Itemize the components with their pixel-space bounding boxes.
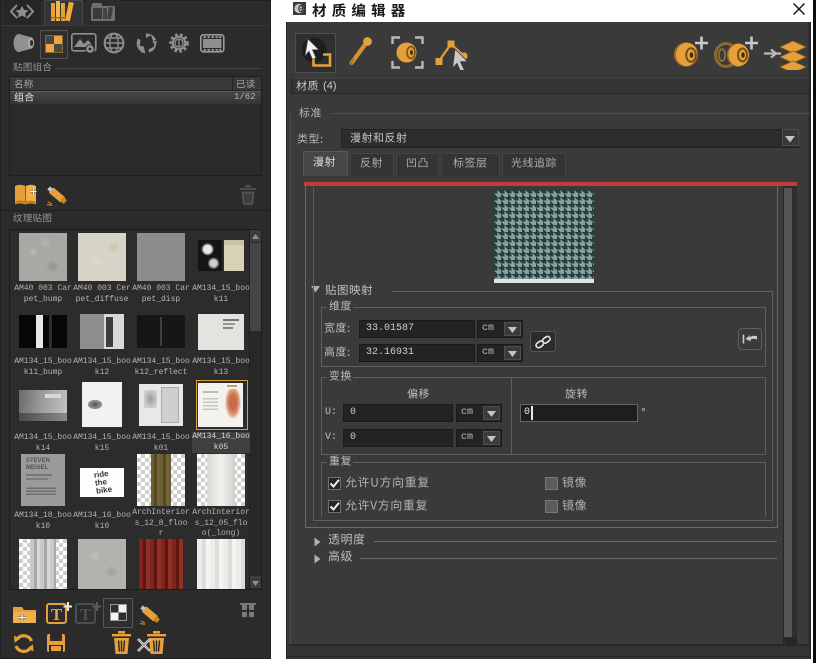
svg-text:T: T (80, 605, 92, 624)
svg-text:T: T (51, 605, 63, 624)
